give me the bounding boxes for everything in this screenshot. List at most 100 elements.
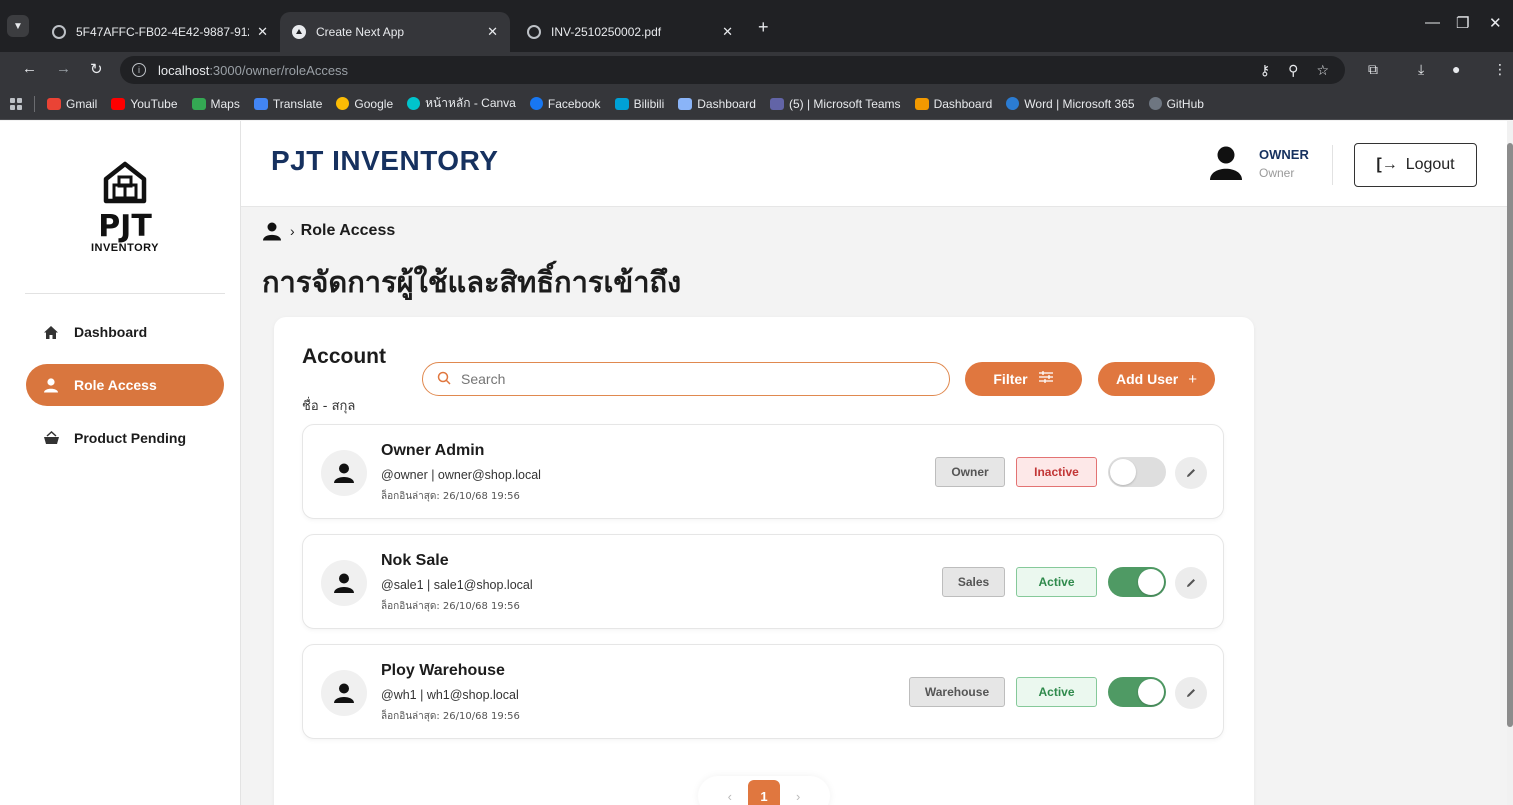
- user-row: Ploy Warehouse @wh1 | wh1@shop.local ล็อ…: [302, 644, 1224, 739]
- chevron-right-icon[interactable]: ›: [796, 789, 800, 804]
- active-toggle[interactable]: [1108, 677, 1166, 707]
- user-icon: [334, 573, 354, 593]
- page-number-current[interactable]: 1: [748, 780, 780, 805]
- search-input[interactable]: [461, 371, 941, 387]
- bookmark-bilibili[interactable]: Bilibili: [614, 97, 664, 111]
- browser-toolbar: ← → ↻ i localhost:3000/owner/roleAccess …: [0, 52, 1513, 88]
- translate-icon: [253, 97, 268, 110]
- status-badge: Active: [1016, 567, 1097, 597]
- bookmark-label: Maps: [210, 96, 240, 111]
- tab-title: 5F47AFFC-FB02-4E42-9887-912: [76, 25, 250, 39]
- sidebar-item-label: Product Pending: [74, 430, 186, 446]
- add-user-button[interactable]: Add User +: [1098, 362, 1215, 396]
- tab-search-button[interactable]: ▼: [7, 15, 29, 37]
- user-icon[interactable]: [262, 221, 282, 241]
- bookmark-youtube[interactable]: YouTube: [111, 96, 178, 111]
- facebook-icon: [529, 97, 543, 110]
- bookmark-star-icon[interactable]: ☆: [1316, 62, 1329, 79]
- account-card: Account ชื่อ - สกุล Filter Add User + Ow…: [274, 317, 1254, 805]
- chevron-left-icon[interactable]: ‹: [728, 789, 732, 804]
- browser-tab-active[interactable]: Create Next App ✕: [280, 12, 510, 52]
- sidebar-item-role-access[interactable]: Role Access: [26, 364, 224, 406]
- active-toggle[interactable]: [1108, 567, 1166, 597]
- more-menu-icon[interactable]: ⋮: [1493, 61, 1507, 78]
- sidebar-item-product-pending[interactable]: Product Pending: [26, 417, 224, 459]
- app-title: PJT INVENTORY: [271, 145, 499, 176]
- user-last-login: ล็อกอินล่าสุด: 26/10/68 19:56: [381, 601, 520, 612]
- page-scrollbar[interactable]: [1507, 121, 1513, 805]
- user-row: Owner Admin @owner | owner@shop.local ล็…: [302, 424, 1224, 519]
- bookmark-label: GitHub: [1166, 96, 1204, 111]
- filter-button[interactable]: Filter: [965, 362, 1082, 396]
- window-close-button[interactable]: ✕: [1489, 14, 1502, 32]
- nextjs-icon: [292, 25, 306, 39]
- globe-icon: [527, 25, 541, 39]
- bookmark-canva[interactable]: หน้าหลัก - Canva: [407, 94, 516, 113]
- user-avatar-icon: [1210, 146, 1242, 180]
- profile-avatar-icon[interactable]: ●: [1452, 61, 1460, 77]
- account-subtitle: ชื่อ - สกุล: [302, 399, 356, 414]
- forward-button[interactable]: →: [56, 60, 71, 77]
- minimize-button[interactable]: —: [1425, 14, 1440, 31]
- bookmark-label: Translate: [272, 96, 323, 111]
- bookmark-label: YouTube: [130, 96, 178, 111]
- bookmark-dashboard-2[interactable]: Dashboard: [914, 96, 993, 111]
- bookmark-label: Google: [354, 96, 394, 111]
- breadcrumb-current: Role Access: [300, 222, 396, 239]
- edit-button[interactable]: [1175, 457, 1207, 489]
- bookmark-label: Word | Microsoft 365: [1024, 96, 1135, 111]
- user-last-login: ล็อกอินล่าสุด: 26/10/68 19:56: [381, 711, 520, 722]
- browser-tab[interactable]: INV-2510250002.pdf ✕: [515, 12, 745, 52]
- role-badge: Warehouse: [909, 677, 1005, 707]
- close-icon[interactable]: ✕: [257, 24, 268, 40]
- extensions-icon[interactable]: ⧉: [1368, 61, 1378, 78]
- dashboard-icon: [914, 97, 929, 110]
- current-user-name: OWNER: [1259, 146, 1309, 162]
- back-button[interactable]: ←: [22, 60, 37, 77]
- bookmark-maps[interactable]: Maps: [191, 96, 240, 111]
- sidebar-item-label: Dashboard: [74, 324, 148, 340]
- pencil-icon: [1187, 689, 1195, 697]
- sidebar-item-label: Role Access: [74, 377, 157, 393]
- tab-title: INV-2510250002.pdf: [551, 25, 662, 39]
- close-icon[interactable]: ✕: [487, 24, 498, 40]
- active-toggle[interactable]: [1108, 457, 1166, 487]
- logout-button[interactable]: [→ Logout: [1354, 143, 1477, 187]
- account-title: Account: [302, 345, 386, 368]
- apps-grid-icon[interactable]: [10, 97, 22, 110]
- bookmark-label: Dashboard: [933, 96, 993, 111]
- new-tab-button[interactable]: +: [758, 17, 769, 38]
- zoom-icon[interactable]: ⚲: [1288, 62, 1298, 79]
- logo-subtitle: INVENTORY: [90, 242, 160, 254]
- sidebar-item-dashboard[interactable]: Dashboard: [26, 311, 224, 353]
- restore-button[interactable]: ❐: [1456, 14, 1469, 32]
- scrollbar-thumb[interactable]: [1507, 143, 1513, 727]
- bookmark-dashboard[interactable]: Dashboard: [678, 97, 756, 111]
- user-row: Nok Sale @sale1 | sale1@shop.local ล็อกอ…: [302, 534, 1224, 629]
- info-icon[interactable]: i: [132, 63, 146, 77]
- bookmarks-bar: Gmail YouTube Maps Translate Google หน้า…: [0, 88, 1513, 120]
- edit-button[interactable]: [1175, 677, 1207, 709]
- bookmark-google[interactable]: Google: [336, 97, 393, 111]
- dashboard-icon: [678, 97, 693, 110]
- github-icon: [1148, 97, 1162, 110]
- bookmark-teams[interactable]: (5) | Microsoft Teams: [769, 96, 901, 111]
- close-icon[interactable]: ✕: [722, 24, 733, 40]
- bookmark-translate[interactable]: Translate: [253, 96, 323, 111]
- bilibili-icon: [614, 97, 629, 110]
- search-box[interactable]: [422, 362, 950, 396]
- download-icon[interactable]: ⤓: [1418, 61, 1424, 78]
- header-divider: [1332, 145, 1333, 185]
- top-header: PJT INVENTORY OWNER Owner [→ Logout: [241, 121, 1507, 207]
- browser-tab[interactable]: 5F47AFFC-FB02-4E42-9887-912 ✕: [40, 12, 280, 52]
- address-bar[interactable]: i localhost:3000/owner/roleAccess ⚷ ⚲ ☆: [120, 56, 1345, 84]
- bookmark-gmail[interactable]: Gmail: [47, 97, 97, 111]
- reload-button[interactable]: ↻: [90, 60, 103, 78]
- password-key-icon[interactable]: ⚷: [1260, 62, 1270, 79]
- bookmark-word[interactable]: Word | Microsoft 365: [1006, 96, 1135, 111]
- bookmark-github[interactable]: GitHub: [1148, 96, 1204, 111]
- bookmark-facebook[interactable]: Facebook: [529, 97, 601, 111]
- sidebar-divider: [25, 293, 225, 294]
- edit-button[interactable]: [1175, 567, 1207, 599]
- bookmark-label: (5) | Microsoft Teams: [788, 96, 901, 111]
